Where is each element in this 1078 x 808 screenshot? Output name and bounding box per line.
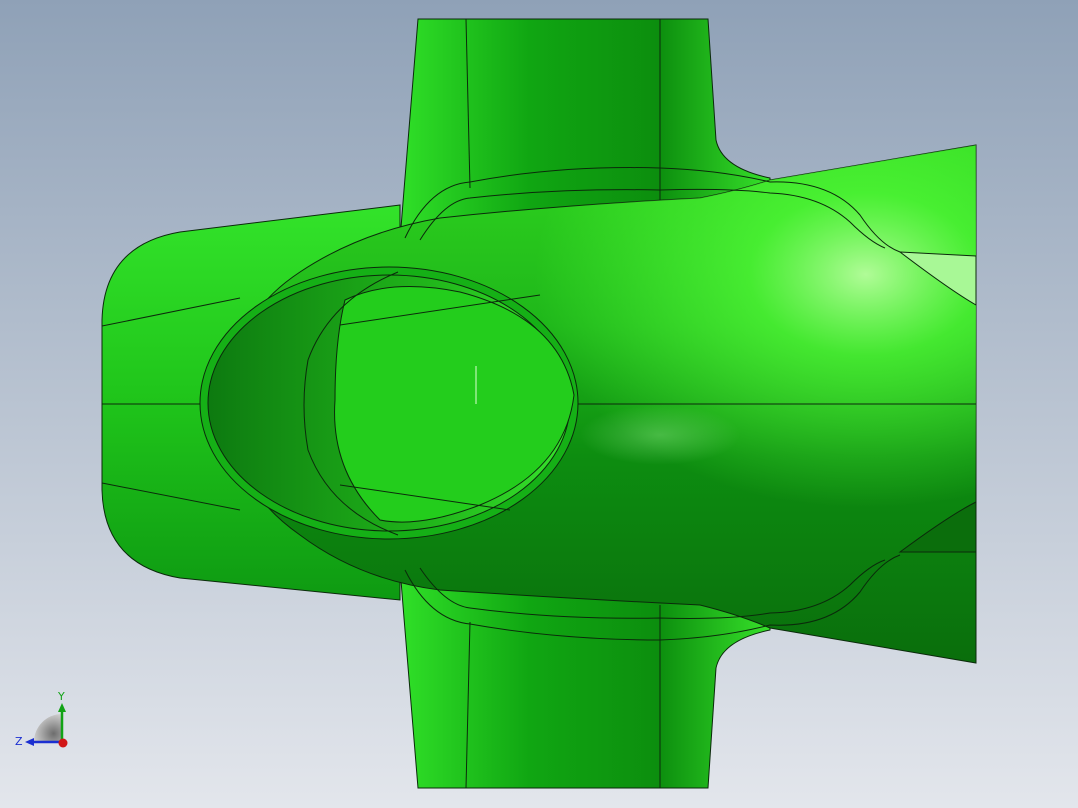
triad-y-label: Y (57, 690, 65, 703)
triad-x-axis-dot (58, 738, 68, 748)
cad-viewport[interactable]: Y Z (0, 0, 1078, 808)
body-center-glow (580, 405, 740, 465)
triad-z-label: Z (15, 735, 23, 748)
